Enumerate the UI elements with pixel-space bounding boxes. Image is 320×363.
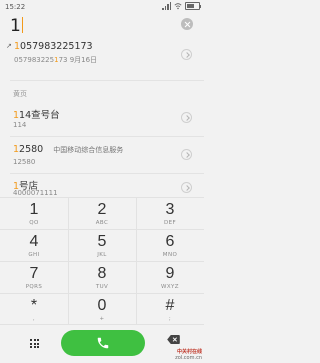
key-1[interactable]: 1 QO [0, 197, 68, 229]
key-2[interactable]: 2 ABC [68, 197, 136, 229]
key-8[interactable]: 8 TUV [68, 261, 136, 293]
yellow-page-name: 114查号台 [13, 110, 60, 121]
outgoing-call-icon: ↗ [6, 42, 12, 50]
key-6[interactable]: 6 MNO [136, 229, 204, 261]
call-log-detail: 057983225173 9月16日 [14, 56, 98, 64]
chevron-right-icon[interactable] [181, 112, 192, 123]
chevron-right-icon[interactable] [181, 149, 192, 160]
dial-keypad: 1 QO 2 ABC 3 DEF 4 GHI 5 JKL 6 MNO 7 PQRS 8 TUV … [0, 197, 204, 325]
battery-icon [185, 2, 201, 10]
call-log-item[interactable]: ↗ 1057983225173 057983225173 9月16日 [0, 40, 204, 72]
yellow-page-description: 中国移动综合信息服务 [53, 146, 124, 154]
yellow-page-item[interactable]: 1号店 4000071111 [0, 177, 204, 197]
call-button[interactable] [61, 330, 145, 356]
key-7[interactable]: 7 PQRS [0, 261, 68, 293]
dialed-number[interactable]: 1 [10, 16, 23, 36]
yellow-page-number: 12580 [13, 158, 36, 166]
clear-icon[interactable] [181, 18, 193, 30]
keypad-toggle-icon[interactable] [30, 339, 39, 348]
yellow-page-name: 12580 中国移动综合信息服务 [13, 144, 124, 155]
chevron-right-icon[interactable] [181, 182, 192, 193]
status-icons [162, 2, 201, 10]
divider [10, 80, 204, 81]
yellow-page-number: 114 [13, 121, 27, 129]
watermark: 中关村在线 zol.com.cn [175, 349, 202, 361]
wifi-icon [174, 3, 182, 10]
dial-input-row[interactable]: 1 [0, 14, 204, 38]
call-log-number: 1057983225173 [14, 41, 93, 52]
key-5[interactable]: 5 JKL [68, 229, 136, 261]
key-star[interactable]: *, [0, 293, 68, 325]
key-0[interactable]: 0 + [68, 293, 136, 325]
phone-icon [97, 337, 109, 349]
status-time: 15:22 [5, 3, 26, 11]
yellow-page-number: 4000071111 [13, 189, 58, 197]
backspace-icon[interactable] [167, 335, 180, 344]
divider [10, 173, 204, 174]
text-cursor [21, 17, 23, 33]
key-4[interactable]: 4 GHI [0, 229, 68, 261]
key-3[interactable]: 3 DEF [136, 197, 204, 229]
divider [10, 136, 204, 137]
key-9[interactable]: 9 WXYZ [136, 261, 204, 293]
section-title: 黄页 [13, 90, 27, 98]
chevron-right-icon[interactable] [181, 49, 192, 60]
key-hash[interactable]: #; [136, 293, 204, 325]
yellow-page-item[interactable]: 114查号台 114 [0, 106, 204, 136]
signal-icon [162, 2, 171, 10]
yellow-page-item[interactable]: 12580 中国移动综合信息服务 12580 [0, 143, 204, 173]
status-bar: 15:22 [0, 0, 204, 14]
bottom-bar: 中关村在线 zol.com.cn [0, 325, 204, 363]
